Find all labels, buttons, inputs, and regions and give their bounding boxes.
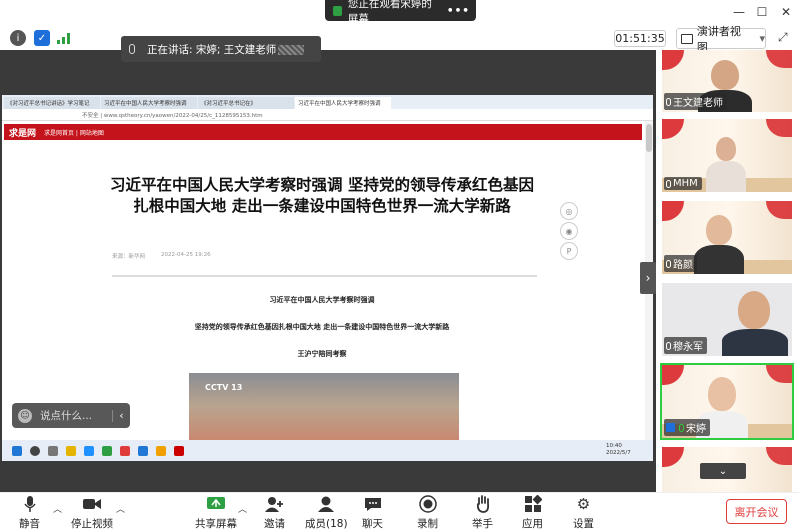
participant-label: MHM	[664, 177, 702, 190]
microphone-icon	[20, 494, 40, 514]
apps-button[interactable]: 应用	[522, 494, 543, 531]
participant-label: 穆永军	[664, 337, 707, 354]
chevron-down-icon: ▾	[759, 32, 765, 45]
browser-tab[interactable]: 习近平在中国人民大学考察时强调	[101, 97, 197, 109]
mute-button[interactable]: 静音	[19, 494, 40, 531]
members-button[interactable]: 成员(18)	[305, 494, 348, 531]
pinterest-share-icon[interactable]: P	[560, 242, 578, 260]
search-icon[interactable]	[30, 445, 40, 456]
windows-start-icon[interactable]	[12, 445, 22, 456]
article-photo: CCTV 13	[189, 373, 459, 440]
camera-icon	[82, 494, 102, 514]
article-meta: 来源：新华网 2022-04-25 19:26	[112, 252, 211, 260]
article-subheading: 习近平在中国人民大学考察时强调	[269, 296, 375, 304]
active-speaker-bar: 正在讲话: 宋婷; 王文建老师	[121, 36, 321, 62]
participant-video-tile[interactable]: 穆永军	[662, 283, 792, 356]
article-headline: 习近平在中国人民大学考察时强调 坚持党的领导传承红色基因扎根中国大地 走出一条建…	[110, 176, 534, 215]
participant-label: 王文建老师	[664, 93, 727, 110]
app-icon[interactable]	[84, 445, 94, 456]
app-icon[interactable]	[156, 445, 166, 456]
divider	[112, 275, 537, 277]
participant-label: 宋婷	[664, 419, 710, 436]
site-logo: 求是网	[9, 128, 37, 139]
apps-icon	[523, 494, 543, 514]
participant-video-tile-active[interactable]: 宋婷	[660, 363, 794, 440]
record-button[interactable]: 录制	[417, 494, 438, 531]
chevron-up-icon[interactable]: ︿	[238, 502, 247, 515]
chevron-up-icon[interactable]: ︿	[116, 502, 125, 515]
windows-taskbar	[2, 440, 653, 461]
shared-browser-window: 《对习近平总书记讲话》学习笔记 习近平在中国人民大学考察时强调 《对习近平总书记…	[2, 95, 653, 440]
raise-hand-button[interactable]: 举手	[472, 494, 493, 531]
participant-label: 路颜	[664, 255, 697, 272]
chevron-up-icon[interactable]: ︿	[53, 502, 62, 515]
chevron-left-icon[interactable]: ‹	[112, 409, 130, 422]
settings-button[interactable]: ⚙ 设置	[573, 494, 594, 531]
browser-tab-active[interactable]: 习近平在中国人民大学考察时强调	[295, 97, 391, 109]
weibo-share-icon[interactable]: ◉	[560, 222, 578, 240]
browser-tab[interactable]: 《对习近平总书记讲话》学习笔记	[4, 97, 100, 109]
maximize-button[interactable]: ☐	[750, 2, 774, 22]
folder-icon[interactable]	[66, 445, 76, 456]
share-screen-icon	[206, 494, 226, 514]
meeting-timer: 01:51:35	[614, 30, 666, 47]
site-header: 求是网 求是网首页 | 网站地图	[4, 124, 642, 140]
fullscreen-icon[interactable]: ⤢	[778, 30, 788, 45]
emoji-icon[interactable]: ☺	[18, 408, 32, 423]
taskbar-clock: 10:40 2022/5/7	[606, 443, 631, 456]
cctv-logo: CCTV 13	[205, 383, 243, 392]
article-source: 来源：新华网	[112, 254, 146, 260]
wechat-share-icon[interactable]: ◎	[560, 202, 578, 220]
invite-button[interactable]: 邀请	[264, 494, 285, 531]
chevron-down-icon[interactable]: ⌄	[700, 463, 746, 479]
article-subheading: 王沪宁陪同考察	[297, 350, 347, 358]
share-menu-button[interactable]: •••	[447, 5, 470, 17]
security-shield-icon[interactable]: ✓	[34, 30, 50, 46]
leave-meeting-button[interactable]: 离开会议	[726, 499, 787, 524]
chat-placeholder: 说点什么...	[40, 410, 93, 422]
share-banner-text: 您正在观看宋婷的屏幕	[347, 0, 432, 25]
view-mode-button[interactable]: 演讲者视图 ▾	[676, 25, 766, 54]
screen-share-banner[interactable]: 您正在观看宋婷的屏幕 •••	[325, 0, 476, 25]
layout-icon	[681, 33, 693, 44]
collapse-panel-button[interactable]: ›	[640, 262, 656, 294]
edge-icon[interactable]	[138, 445, 148, 456]
article-time: 2022-04-25 19:26	[161, 252, 211, 258]
add-user-icon	[264, 494, 285, 514]
members-icon	[316, 494, 336, 514]
mic-icon	[129, 44, 135, 54]
info-icon[interactable]: i	[10, 30, 26, 46]
signal-icon[interactable]	[57, 33, 71, 44]
app-icon[interactable]	[102, 445, 112, 456]
stop-video-button[interactable]: 停止视频	[71, 494, 113, 531]
app-icon[interactable]	[174, 445, 184, 456]
taskview-icon[interactable]	[48, 445, 58, 456]
gear-icon: ⚙	[576, 495, 591, 513]
chat-input-box[interactable]: ☺ 说点什么... ‹	[12, 403, 130, 428]
chat-bubble-icon	[363, 494, 383, 514]
app-icon[interactable]	[120, 445, 130, 456]
hand-icon	[473, 494, 493, 514]
site-nav[interactable]: 求是网首页 | 网站地图	[44, 128, 104, 137]
minimize-button[interactable]: —	[727, 2, 751, 22]
share-screen-button[interactable]: 共享屏幕	[195, 494, 237, 531]
article-subheading: 坚持党的领导传承红色基因扎根中国大地 走出一条建设中国特色世界一流大学新路	[194, 323, 450, 331]
record-icon	[418, 494, 438, 514]
browser-tab[interactable]: 《对习近平总书记在》	[198, 97, 294, 109]
participant-video-tile[interactable]: MHM	[662, 119, 792, 192]
speaker-names: 宋婷; 王文建老师	[195, 43, 277, 56]
close-button[interactable]: ✕	[774, 2, 798, 22]
share-indicator-icon	[333, 5, 342, 16]
participant-video-tile[interactable]: 王文建老师	[662, 50, 792, 112]
address-bar[interactable]: 不安全 | www.qstheory.cn/yaowen/2022-04/25/…	[2, 109, 653, 121]
browser-scroll-thumb[interactable]	[646, 124, 652, 152]
chat-button[interactable]: 聊天	[362, 494, 383, 531]
speaker-prefix: 正在讲话:	[147, 43, 193, 56]
participant-video-tile[interactable]: 路颜	[662, 201, 792, 274]
browser-tab-strip: 《对习近平总书记讲话》学习笔记 习近平在中国人民大学考察时强调 《对习近平总书记…	[2, 95, 653, 109]
